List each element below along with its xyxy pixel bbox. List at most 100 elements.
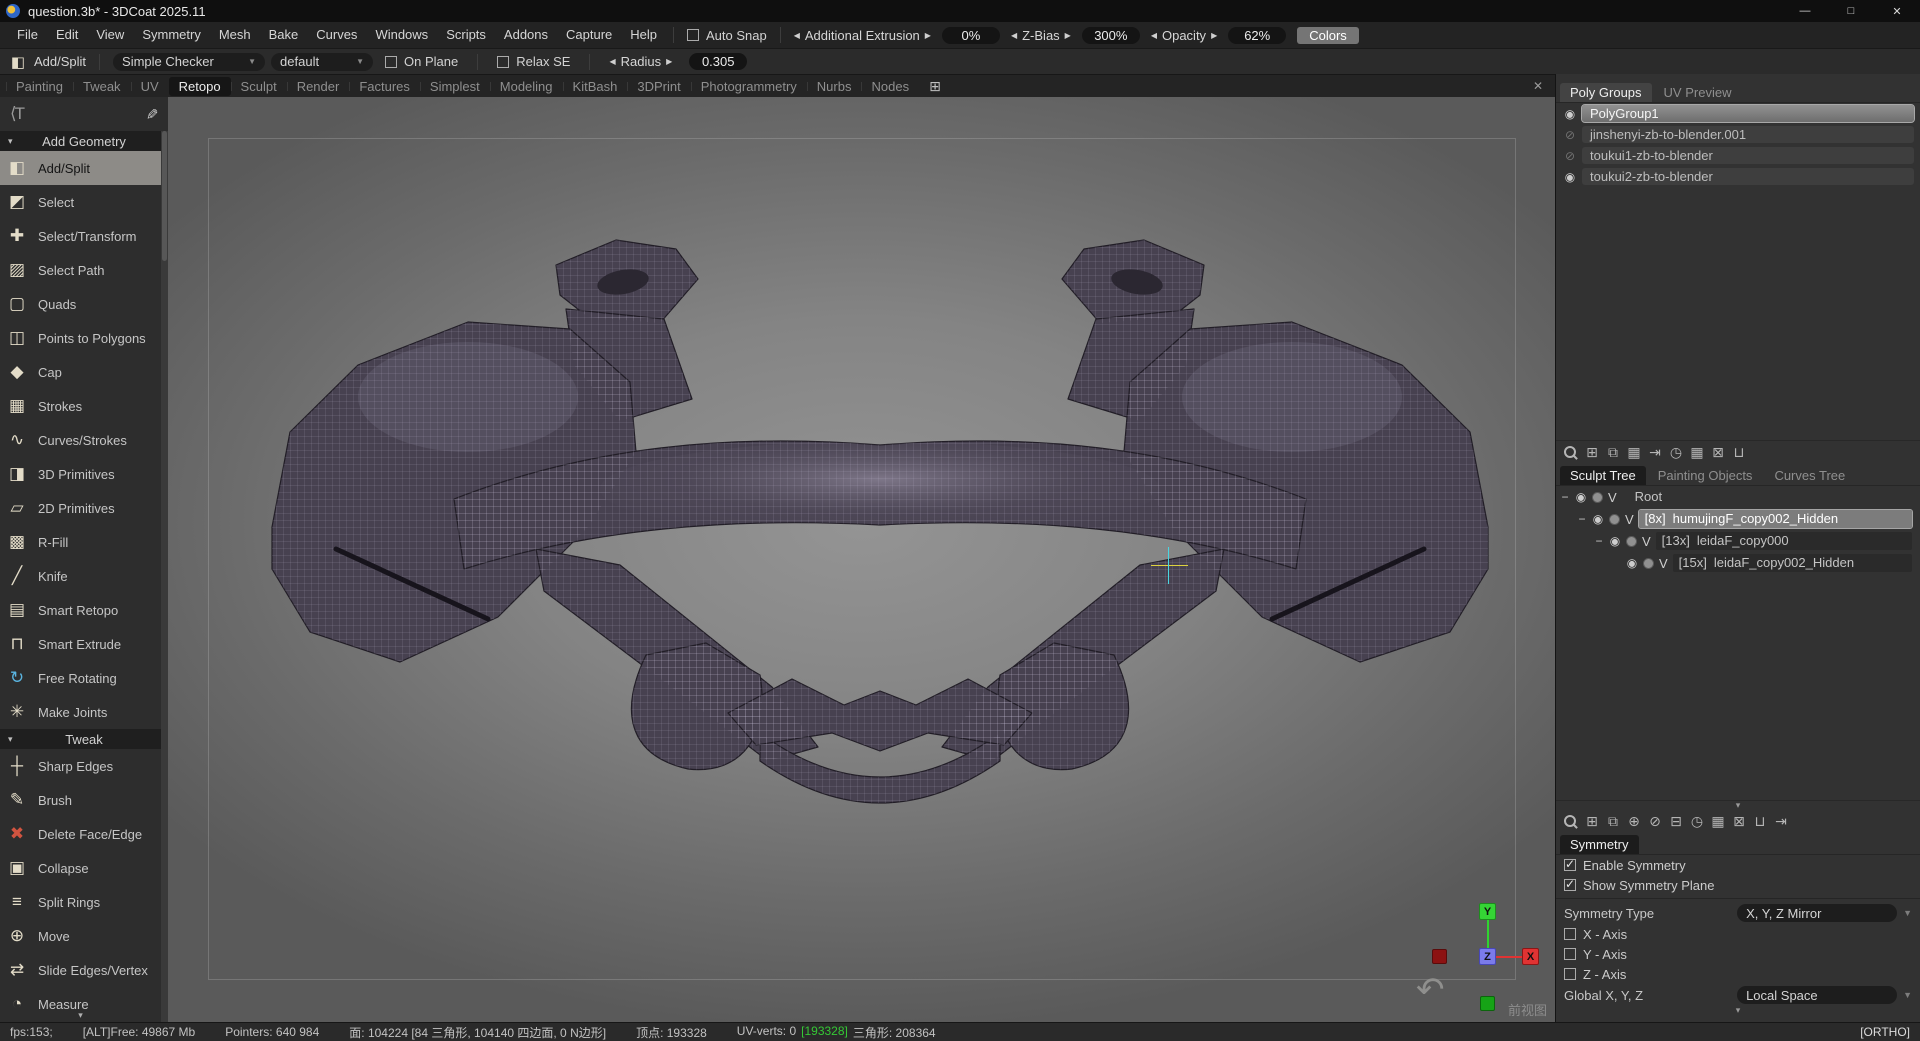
tree-node-name[interactable]: Root <box>1622 488 1668 506</box>
tool-item[interactable]: ▾ ▱ 2D Primitives <box>0 491 168 525</box>
tool-item[interactable]: ▾ ◫ Points to Polygons <box>0 321 168 355</box>
menu-item[interactable]: Symmetry <box>133 23 210 47</box>
tab-symmetry[interactable]: Symmetry <box>1560 835 1639 854</box>
voxel-mode-icon[interactable]: V <box>1657 556 1670 571</box>
tree-node-name[interactable]: [15x] leidaF_copy002_Hidden <box>1673 554 1912 572</box>
tab-uv-preview[interactable]: UV Preview <box>1654 83 1742 102</box>
sidebar-scrollbar[interactable] <box>161 131 168 1022</box>
tool-item[interactable]: ▾ ✖ Delete Face/Edge <box>0 817 168 851</box>
tab-painting-objects[interactable]: Painting Objects <box>1648 466 1763 485</box>
spinner-right-icon[interactable]: ▶ <box>1065 31 1071 40</box>
tool-item[interactable]: ▾ ✳ Make Joints <box>0 695 168 729</box>
visibility-eye-icon[interactable] <box>1562 128 1578 142</box>
sculpt-tree-row[interactable]: − V [15x] leidaF_copy002_Hidden <box>1556 552 1920 574</box>
z-bias-value[interactable]: 300% <box>1082 27 1140 44</box>
axis-checkbox[interactable]: Z - Axis <box>1556 964 1920 984</box>
gizmo-x-axis[interactable]: X <box>1522 948 1539 965</box>
z-bias-spinner[interactable]: ◀ Z-Bias ▶ <box>1005 28 1077 43</box>
tool-item[interactable]: ▾ ⊕ Move <box>0 919 168 953</box>
menu-item[interactable]: Curves <box>307 23 366 47</box>
preset-dropdown[interactable]: default ▼ <box>271 53 373 71</box>
gizmo-bottom-view-button[interactable] <box>1480 996 1495 1011</box>
material-orb-icon[interactable] <box>1626 536 1637 547</box>
menu-item[interactable]: Help <box>621 23 666 47</box>
tool-item[interactable]: ▾ ▩ R-Fill <box>0 525 168 559</box>
trash-icon[interactable] <box>1730 444 1748 461</box>
spinner-left-icon[interactable]: ◀ <box>1151 31 1157 40</box>
sculpt-tree-row[interactable]: − V [13x] leidaF_copy000 <box>1556 530 1920 552</box>
search-icon[interactable] <box>1562 813 1580 830</box>
bake-grid-icon[interactable] <box>1709 813 1727 830</box>
tool-item[interactable]: ▾ Tweak <box>0 729 168 749</box>
tool-item[interactable]: ▾ ✎ Brush <box>0 783 168 817</box>
workspace-tab[interactable]: Simplest <box>420 77 490 96</box>
viewport-3d[interactable]: Y Z X ↶ 前视图 <box>168 97 1555 1022</box>
sphere-icon[interactable] <box>1625 813 1643 830</box>
axis-checkbox[interactable]: X - Axis <box>1556 924 1920 944</box>
minimize-button[interactable]: — <box>1782 0 1828 22</box>
close-button[interactable]: ✕ <box>1874 0 1920 22</box>
polygroup-name[interactable]: jinshenyi-zb-to-blender.001 <box>1582 126 1914 143</box>
workspace-tab[interactable]: Tweak <box>73 77 131 96</box>
tab-sculpt-tree[interactable]: Sculpt Tree <box>1560 466 1646 485</box>
collapse-icon[interactable]: − <box>1594 534 1604 548</box>
material-orb-icon[interactable] <box>1609 514 1620 525</box>
tab-poly-groups[interactable]: Poly Groups <box>1560 83 1652 102</box>
sidebar-overflow-icon[interactable]: ▾ <box>0 1010 161 1021</box>
workspace-tab[interactable]: Nurbs <box>807 77 862 96</box>
menu-item[interactable]: Addons <box>495 23 557 47</box>
opacity-spinner[interactable]: ◀ Opacity ▶ <box>1145 28 1223 43</box>
export-icon[interactable] <box>1772 813 1790 830</box>
symmetry-type-dropdown[interactable]: X, Y, Z Mirror <box>1737 904 1897 922</box>
spinner-left-icon[interactable]: ◀ <box>1011 31 1017 40</box>
delete-doc-icon[interactable] <box>1709 444 1727 461</box>
gizmo-z-axis[interactable]: Z <box>1479 948 1496 965</box>
workspace-tab[interactable]: Painting <box>6 77 73 96</box>
sculpt-tree-row[interactable]: − V Root <box>1556 486 1920 508</box>
additional-extrusion-spinner[interactable]: ◀ Additional Extrusion ▶ <box>788 28 937 43</box>
add-node-icon[interactable] <box>1583 444 1601 461</box>
show-symmetry-plane-checkbox[interactable]: Show Symmetry Plane <box>1556 875 1920 895</box>
menu-item[interactable]: Capture <box>557 23 621 47</box>
auto-snap-checkbox[interactable]: Auto Snap <box>681 28 773 43</box>
visibility-eye-icon[interactable] <box>1562 149 1578 163</box>
tool-item[interactable]: ▾ ◆ Cap <box>0 355 168 389</box>
polygroup-name[interactable]: toukui1-zb-to-blender <box>1582 147 1914 164</box>
workspace-tab[interactable]: Render <box>287 77 350 96</box>
menu-item[interactable]: View <box>87 23 133 47</box>
menu-item[interactable]: Mesh <box>210 23 260 47</box>
import-box-icon[interactable] <box>1667 813 1685 830</box>
tool-item[interactable]: ▾ ◩ Select <box>0 185 168 219</box>
tool-item[interactable]: ▾ ⇄ Slide Edges/Vertex <box>0 953 168 987</box>
radius-value[interactable]: 0.305 <box>689 53 747 70</box>
workspace-tab[interactable]: Modeling <box>490 77 563 96</box>
material-orb-icon[interactable] <box>1592 492 1603 503</box>
polygroup-name[interactable]: PolyGroup1 <box>1582 105 1914 122</box>
menu-item[interactable]: Bake <box>260 23 308 47</box>
spinner-right-icon[interactable]: ▶ <box>925 31 931 40</box>
tool-item[interactable]: ▾ ┼ Sharp Edges <box>0 749 168 783</box>
relax-se-checkbox[interactable]: Relax SE <box>491 54 576 69</box>
tool-item[interactable]: ▾ ↻ Free Rotating <box>0 661 168 695</box>
enable-symmetry-checkbox[interactable]: Enable Symmetry <box>1556 855 1920 875</box>
collapse-icon[interactable]: − <box>1577 512 1587 526</box>
voxel-mode-icon[interactable]: V <box>1623 512 1636 527</box>
spinner-left-icon[interactable]: ◀ <box>609 57 615 66</box>
tool-item[interactable]: ▾ ▢ Quads <box>0 287 168 321</box>
polygroup-row[interactable]: toukui2-zb-to-blender <box>1556 166 1920 187</box>
polygroup-row[interactable]: PolyGroup1 <box>1556 103 1920 124</box>
tool-item[interactable]: ▾ ✚ Select/Transform <box>0 219 168 253</box>
undo-arrow-icon[interactable]: ↶ <box>1416 973 1445 1007</box>
delete-doc-icon[interactable] <box>1730 813 1748 830</box>
spinner-right-icon[interactable]: ▶ <box>1211 31 1217 40</box>
tool-item[interactable]: ▾ ◧ Add/Split <box>0 151 168 185</box>
spinner-right-icon[interactable]: ▶ <box>666 57 672 66</box>
import-icon[interactable] <box>1646 444 1664 461</box>
tool-item[interactable]: ▾ ◨ 3D Primitives <box>0 457 168 491</box>
additional-extrusion-value[interactable]: 0% <box>942 27 1000 44</box>
on-plane-checkbox[interactable]: On Plane <box>379 54 464 69</box>
duplicate-icon[interactable] <box>1604 813 1622 830</box>
sculpt-tree-row[interactable]: − V [8x] humujingF_copy002_Hidden <box>1556 508 1920 530</box>
tool-item[interactable]: ▾ ▦ Strokes <box>0 389 168 423</box>
tool-item[interactable]: ▾ ▨ Select Path <box>0 253 168 287</box>
